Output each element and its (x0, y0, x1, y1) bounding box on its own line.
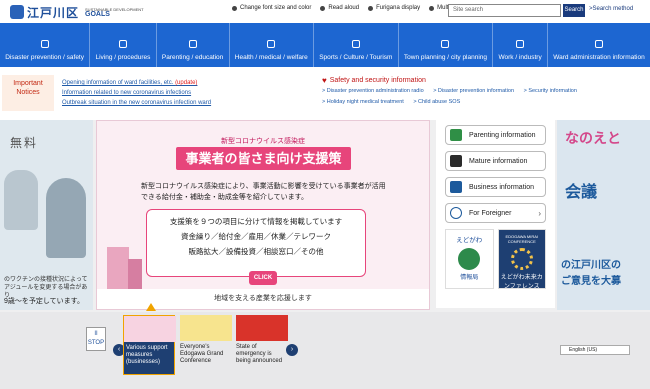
foreigner-button[interactable]: For Foreigner › (445, 203, 546, 223)
main-nav: Disaster prevention / safety Living / pr… (0, 23, 650, 67)
ward-emblem-icon (10, 5, 24, 19)
next-slide-heading: なのえと (565, 130, 621, 146)
free-label: 無料 (10, 136, 39, 150)
read-aloud-tool[interactable]: Read aloud (320, 5, 359, 11)
logo-sdg: SUSTAINABLE DEVELOPMENT GOALS (85, 7, 144, 18)
heart-icon: ♥ (322, 76, 327, 85)
furigana-icon (368, 5, 374, 11)
language-selector[interactable]: English (US) (560, 345, 630, 355)
carousel: II STOP ‹ Various support measures (busin… (0, 312, 650, 389)
safety-link-security[interactable]: > Security information (524, 88, 577, 94)
safety-title: Safety and security information (329, 77, 426, 84)
mirai-conference-tile[interactable]: EDOGAWA MIRAI CONFERENCE えどがわ未来カンファレンス (497, 229, 546, 290)
nav-health[interactable]: Health / medical / welfare (230, 23, 314, 67)
nav-parenting[interactable]: Parenting / education (157, 23, 230, 67)
notice-link-facilities[interactable]: Opening information of ward facilities, … (62, 78, 211, 88)
chevron-right-icon: › (538, 208, 541, 218)
speaker-icon (320, 5, 326, 11)
document-icon (594, 40, 603, 48)
sdg-wheel-icon (510, 248, 533, 270)
parenting-icon (450, 129, 462, 141)
chevron-right-icon: › (290, 346, 294, 353)
support-box: 支援策を９つの項目に分けて情報を掲載しています 資金繰り／給付金／雇用／休業／テ… (146, 209, 366, 277)
important-notices-label: Important Notices (2, 75, 54, 111)
slide-thumbnail (180, 315, 232, 341)
slide-prev-preview[interactable]: 無料 のワクチンの接種状況によって アジュールを変更する場合があり 9歳〜を予定… (0, 120, 93, 310)
logo[interactable]: 江戸川区 SUSTAINABLE DEVELOPMENT GOALS (10, 3, 144, 21)
person-figure (4, 170, 38, 230)
main-banner[interactable]: 新型コロナウイルス感染症 事業者の皆さま向け支援策 新型コロナウイルス感染症によ… (96, 120, 430, 310)
hero: 無料 のワクチンの接種状況によって アジュールを変更する場合があり 9歳〜を予定… (0, 120, 650, 312)
carousel-slide[interactable]: State of emergency is being announced (236, 315, 288, 375)
nav-town-planning[interactable]: Town planning / city planning (399, 23, 494, 67)
carousel-slide[interactable]: Everyone's Edogawa Grand Conference (180, 315, 232, 375)
carousel-slide[interactable]: Various support measures (businesses) (123, 315, 176, 375)
edogawa-info-tile[interactable]: えどがわ 情報局 (445, 229, 494, 289)
slide-next-preview[interactable]: なのえと 会議 の江戸川区の ご意見を大募 (557, 120, 650, 310)
safety-link-child-abuse[interactable]: > Child abuse SOS (413, 99, 460, 105)
banner-subtitle: 新型コロナウイルス感染症 (221, 138, 305, 145)
slide-thumbnail (236, 315, 288, 341)
nav-work[interactable]: Work / industry (493, 23, 548, 67)
next-slide-text: の江戸川区の ご意見を大募 (561, 260, 621, 287)
sports-icon (351, 40, 360, 48)
mature-info-button[interactable]: Mature information (445, 151, 546, 171)
briefcase-icon (516, 40, 525, 48)
active-slide-indicator (146, 303, 156, 311)
nav-ward-administration[interactable]: Ward administration information (548, 23, 650, 67)
medical-icon (267, 40, 276, 48)
safety-link-medical[interactable]: > Holiday night medical treatment (322, 99, 404, 105)
header-tools: Change font size and color Read aloud Fu… (232, 5, 467, 11)
nav-disaster-prevention[interactable]: Disaster prevention / safety (0, 23, 91, 67)
search-input[interactable]: Site search (448, 4, 561, 17)
search-button[interactable]: Search (563, 4, 585, 17)
safety-link-radio[interactable]: > Disaster prevention administration rad… (322, 88, 424, 94)
safety-info: ♥ Safety and security information > Disas… (322, 76, 644, 107)
font-size-icon (232, 5, 237, 11)
notice-link-outbreak[interactable]: Outbreak situation in the new coronaviru… (62, 98, 211, 108)
logo-name: 江戸川区 (27, 5, 80, 20)
furigana-tool[interactable]: Furigana display (368, 5, 420, 11)
next-slide-title: 会議 (565, 184, 598, 201)
header: 江戸川区 SUSTAINABLE DEVELOPMENT GOALS Chang… (0, 0, 650, 22)
font-size-color-tool[interactable]: Change font size and color (232, 5, 311, 11)
parenting-info-button[interactable]: Parenting information (445, 125, 546, 145)
quick-links: Parenting information Mature information… (436, 120, 555, 308)
pause-icon: II (94, 331, 98, 337)
chevron-left-icon: ‹ (117, 346, 121, 353)
building-illustration (107, 247, 129, 292)
notice-links: Opening information of ward facilities, … (62, 78, 211, 108)
building-icon (441, 40, 450, 48)
slide-thumbnail (124, 316, 176, 342)
building-illustration (128, 259, 142, 292)
safety-link-disaster[interactable]: > Disaster prevention information (433, 88, 514, 94)
carousel-next-button[interactable]: › (286, 344, 298, 356)
globe-icon (450, 207, 462, 219)
click-button[interactable]: CLICK (249, 271, 277, 285)
shield-icon (40, 40, 49, 48)
banner-description: 新型コロナウイルス感染症により、事業活動に影響を受けている事業者が活用できる給付… (141, 183, 386, 201)
nav-sports[interactable]: Sports / Culture / Tourism (314, 23, 399, 67)
support-items-line2: 販路拡大／設備投資／相談窓口／その他 (188, 247, 324, 256)
business-icon (450, 181, 462, 193)
support-items-line1: 資金繰り／給付金／雇用／休業／テレワーク (181, 232, 331, 241)
senior-icon (450, 155, 462, 167)
person-figure (46, 178, 86, 258)
notices: Important Notices Opening information of… (0, 73, 650, 115)
vaccine-schedule: 9歳〜を予定しています。 (4, 298, 84, 305)
globe-icon (429, 5, 435, 11)
search-method-link[interactable]: >Search method (589, 6, 633, 12)
globe-character-icon (458, 248, 481, 270)
support-heading: 支援策を９つの項目に分けて情報を掲載しています (169, 217, 343, 226)
house-icon (118, 40, 127, 48)
business-info-button[interactable]: Business information (445, 177, 546, 197)
child-icon (188, 40, 197, 48)
banner-title: 事業者の皆さま向け支援策 (176, 147, 351, 170)
nav-living[interactable]: Living / procedures (90, 23, 157, 67)
notice-link-coronavirus[interactable]: Information related to new coronavirus i… (62, 88, 211, 98)
stop-button[interactable]: II STOP (86, 327, 106, 351)
